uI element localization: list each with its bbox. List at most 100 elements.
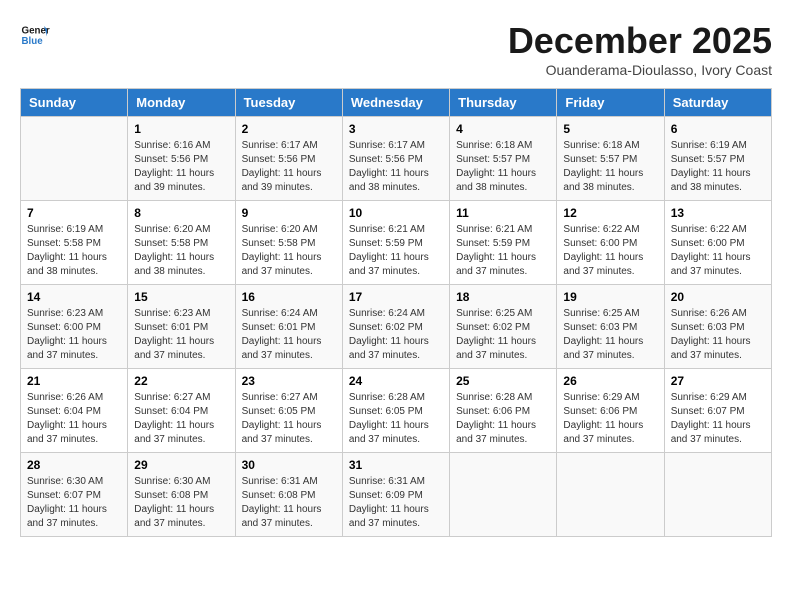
svg-text:Blue: Blue (22, 36, 44, 47)
calendar-cell: 12 Sunrise: 6:22 AM Sunset: 6:00 PM Dayli… (557, 201, 664, 285)
day-info: Sunrise: 6:25 AM Sunset: 6:03 PM Dayligh… (563, 307, 657, 363)
day-number: 10 (349, 206, 443, 220)
day-info: Sunrise: 6:29 AM Sunset: 6:06 PM Dayligh… (563, 391, 657, 447)
day-number: 8 (134, 206, 228, 220)
calendar-week-1: 1Sunrise: 6:16 AM Sunset: 5:56 PM Daylig… (21, 117, 772, 201)
calendar-cell: 17 Sunrise: 6:24 AM Sunset: 6:02 PM Dayli… (342, 285, 449, 369)
day-info: Sunrise: 6:24 AM Sunset: 6:01 PM Dayligh… (242, 307, 336, 363)
day-info: Sunrise: 6:31 AM Sunset: 6:08 PM Dayligh… (242, 475, 336, 531)
day-info: Sunrise: 6:28 AM Sunset: 6:05 PM Dayligh… (349, 391, 443, 447)
day-number: 7 (27, 206, 121, 220)
calendar-table: Sunday Monday Tuesday Wednesday Thursday… (20, 88, 772, 537)
day-number: 14 (27, 290, 121, 304)
calendar-cell: 13Sunrise: 6:22 AM Sunset: 6:00 PM Dayli… (664, 201, 771, 285)
col-tuesday: Tuesday (235, 89, 342, 117)
day-info: Sunrise: 6:17 AM Sunset: 5:56 PM Dayligh… (349, 139, 443, 195)
calendar-cell: 1Sunrise: 6:16 AM Sunset: 5:56 PM Daylig… (128, 117, 235, 201)
calendar-cell: 26 Sunrise: 6:29 AM Sunset: 6:06 PM Dayli… (557, 369, 664, 453)
calendar-cell: 22 Sunrise: 6:27 AM Sunset: 6:04 PM Dayli… (128, 369, 235, 453)
day-number: 23 (242, 374, 336, 388)
day-number: 28 (27, 458, 121, 472)
col-sunday: Sunday (21, 89, 128, 117)
col-monday: Monday (128, 89, 235, 117)
day-number: 16 (242, 290, 336, 304)
day-number: 20 (671, 290, 765, 304)
day-number: 26 (563, 374, 657, 388)
day-info: Sunrise: 6:26 AM Sunset: 6:04 PM Dayligh… (27, 391, 121, 447)
logo-icon: General Blue (20, 20, 50, 50)
day-number: 25 (456, 374, 550, 388)
calendar-cell: 28 Sunrise: 6:30 AM Sunset: 6:07 PM Dayli… (21, 453, 128, 537)
calendar-cell: 25Sunrise: 6:28 AM Sunset: 6:06 PM Dayli… (450, 369, 557, 453)
calendar-week-3: 14 Sunrise: 6:23 AM Sunset: 6:00 PM Dayli… (21, 285, 772, 369)
col-saturday: Saturday (664, 89, 771, 117)
day-info: Sunrise: 6:20 AM Sunset: 5:58 PM Dayligh… (134, 223, 228, 279)
calendar-cell: 24 Sunrise: 6:28 AM Sunset: 6:05 PM Dayli… (342, 369, 449, 453)
calendar-title: December 2025 (508, 20, 772, 62)
day-number: 3 (349, 122, 443, 136)
col-thursday: Thursday (450, 89, 557, 117)
day-number: 18 (456, 290, 550, 304)
calendar-cell: 11 Sunrise: 6:21 AM Sunset: 5:59 PM Dayli… (450, 201, 557, 285)
day-info: Sunrise: 6:27 AM Sunset: 6:05 PM Dayligh… (242, 391, 336, 447)
calendar-subtitle: Ouanderama-Dioulasso, Ivory Coast (508, 62, 772, 78)
calendar-cell (21, 117, 128, 201)
day-number: 12 (563, 206, 657, 220)
day-number: 9 (242, 206, 336, 220)
day-info: Sunrise: 6:20 AM Sunset: 5:58 PM Dayligh… (242, 223, 336, 279)
calendar-cell: 27 Sunrise: 6:29 AM Sunset: 6:07 PM Dayli… (664, 369, 771, 453)
calendar-cell: 14 Sunrise: 6:23 AM Sunset: 6:00 PM Dayli… (21, 285, 128, 369)
day-info: Sunrise: 6:30 AM Sunset: 6:07 PM Dayligh… (27, 475, 121, 531)
col-wednesday: Wednesday (342, 89, 449, 117)
day-number: 11 (456, 206, 550, 220)
calendar-cell: 15 Sunrise: 6:23 AM Sunset: 6:01 PM Dayli… (128, 285, 235, 369)
day-info: Sunrise: 6:22 AM Sunset: 6:00 PM Dayligh… (563, 223, 657, 279)
calendar-cell: 23 Sunrise: 6:27 AM Sunset: 6:05 PM Dayli… (235, 369, 342, 453)
col-friday: Friday (557, 89, 664, 117)
day-info: Sunrise: 6:21 AM Sunset: 5:59 PM Dayligh… (349, 223, 443, 279)
day-number: 19 (563, 290, 657, 304)
day-info: Sunrise: 6:23 AM Sunset: 6:00 PM Dayligh… (27, 307, 121, 363)
calendar-cell: 31 Sunrise: 6:31 AM Sunset: 6:09 PM Dayli… (342, 453, 449, 537)
calendar-cell: 8 Sunrise: 6:20 AM Sunset: 5:58 PM Daylig… (128, 201, 235, 285)
day-number: 30 (242, 458, 336, 472)
day-number: 31 (349, 458, 443, 472)
calendar-cell: 3 Sunrise: 6:17 AM Sunset: 5:56 PM Daylig… (342, 117, 449, 201)
day-number: 24 (349, 374, 443, 388)
day-info: Sunrise: 6:19 AM Sunset: 5:58 PM Dayligh… (27, 223, 121, 279)
day-info: Sunrise: 6:30 AM Sunset: 6:08 PM Dayligh… (134, 475, 228, 531)
day-info: Sunrise: 6:25 AM Sunset: 6:02 PM Dayligh… (456, 307, 550, 363)
day-info: Sunrise: 6:18 AM Sunset: 5:57 PM Dayligh… (563, 139, 657, 195)
day-info: Sunrise: 6:27 AM Sunset: 6:04 PM Dayligh… (134, 391, 228, 447)
title-area: December 2025 Ouanderama-Dioulasso, Ivor… (508, 20, 772, 78)
day-number: 15 (134, 290, 228, 304)
day-info: Sunrise: 6:23 AM Sunset: 6:01 PM Dayligh… (134, 307, 228, 363)
day-info: Sunrise: 6:19 AM Sunset: 5:57 PM Dayligh… (671, 139, 765, 195)
day-info: Sunrise: 6:22 AM Sunset: 6:00 PM Dayligh… (671, 223, 765, 279)
day-info: Sunrise: 6:31 AM Sunset: 6:09 PM Dayligh… (349, 475, 443, 531)
day-info: Sunrise: 6:24 AM Sunset: 6:02 PM Dayligh… (349, 307, 443, 363)
day-number: 2 (242, 122, 336, 136)
calendar-week-2: 7 Sunrise: 6:19 AM Sunset: 5:58 PM Daylig… (21, 201, 772, 285)
day-info: Sunrise: 6:21 AM Sunset: 5:59 PM Dayligh… (456, 223, 550, 279)
day-number: 27 (671, 374, 765, 388)
calendar-cell: 21Sunrise: 6:26 AM Sunset: 6:04 PM Dayli… (21, 369, 128, 453)
calendar-cell: 9 Sunrise: 6:20 AM Sunset: 5:58 PM Daylig… (235, 201, 342, 285)
logo: General Blue (20, 20, 50, 50)
calendar-cell: 18 Sunrise: 6:25 AM Sunset: 6:02 PM Dayli… (450, 285, 557, 369)
day-number: 4 (456, 122, 550, 136)
page-header: General Blue December 2025 Ouanderama-Di… (20, 20, 772, 78)
day-number: 22 (134, 374, 228, 388)
calendar-cell: 29Sunrise: 6:30 AM Sunset: 6:08 PM Dayli… (128, 453, 235, 537)
calendar-cell (664, 453, 771, 537)
calendar-cell (450, 453, 557, 537)
calendar-week-4: 21Sunrise: 6:26 AM Sunset: 6:04 PM Dayli… (21, 369, 772, 453)
day-number: 1 (134, 122, 228, 136)
day-info: Sunrise: 6:29 AM Sunset: 6:07 PM Dayligh… (671, 391, 765, 447)
calendar-cell: 10 Sunrise: 6:21 AM Sunset: 5:59 PM Dayli… (342, 201, 449, 285)
calendar-cell: 2Sunrise: 6:17 AM Sunset: 5:56 PM Daylig… (235, 117, 342, 201)
calendar-cell: 6Sunrise: 6:19 AM Sunset: 5:57 PM Daylig… (664, 117, 771, 201)
calendar-cell: 5Sunrise: 6:18 AM Sunset: 5:57 PM Daylig… (557, 117, 664, 201)
day-number: 17 (349, 290, 443, 304)
calendar-cell: 19 Sunrise: 6:25 AM Sunset: 6:03 PM Dayli… (557, 285, 664, 369)
